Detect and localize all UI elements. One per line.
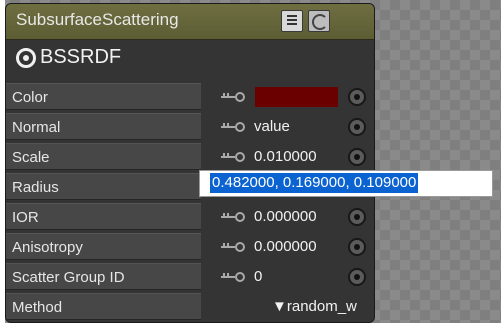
color-swatch[interactable] bbox=[255, 87, 338, 107]
key-connector-icon[interactable] bbox=[221, 211, 247, 223]
method-dropdown[interactable]: ▼random_w bbox=[272, 298, 357, 315]
shader-icon bbox=[16, 48, 36, 68]
dropdown-arrow-icon: ▼ bbox=[272, 298, 287, 315]
property-value[interactable]: 0.000000 bbox=[204, 234, 374, 260]
radius-selected-text[interactable]: 0.482000, 0.169000, 0.109000 bbox=[210, 173, 419, 193]
socket-icon[interactable] bbox=[348, 118, 366, 136]
value-text[interactable]: value bbox=[254, 118, 290, 135]
value-text[interactable]: 0.010000 bbox=[254, 148, 317, 165]
property-label: Scatter Group ID bbox=[6, 263, 201, 290]
property-row-scatter-group-id[interactable]: Scatter Group ID 0 bbox=[6, 262, 374, 292]
node-title: SubsurfaceScattering bbox=[16, 10, 179, 29]
socket-icon[interactable] bbox=[348, 88, 366, 106]
dropdown-value: random_w bbox=[286, 298, 357, 315]
key-connector-icon[interactable] bbox=[221, 151, 247, 163]
property-label: Method bbox=[6, 293, 201, 320]
property-row-method[interactable]: Method ▼random_w bbox=[6, 292, 374, 322]
key-connector-icon[interactable] bbox=[221, 121, 247, 133]
key-connector-icon[interactable] bbox=[221, 91, 247, 103]
property-row-anisotropy[interactable]: Anisotropy 0.000000 bbox=[6, 232, 374, 262]
subtitle-row: BSSRDF bbox=[6, 40, 374, 80]
value-text[interactable]: 0.000000 bbox=[254, 208, 317, 225]
socket-icon[interactable] bbox=[348, 268, 366, 286]
property-row-color[interactable]: Color bbox=[6, 82, 374, 112]
value-text[interactable]: 0.000000 bbox=[254, 238, 317, 255]
toggle-icon[interactable] bbox=[308, 10, 330, 32]
property-value[interactable] bbox=[204, 84, 374, 110]
property-label: Anisotropy bbox=[6, 233, 201, 260]
property-label: Color bbox=[6, 83, 201, 110]
socket-icon[interactable] bbox=[348, 148, 366, 166]
property-row-scale[interactable]: Scale 0.010000 bbox=[6, 142, 374, 172]
menu-icon[interactable] bbox=[281, 10, 303, 32]
property-label: Normal bbox=[6, 113, 201, 140]
socket-icon[interactable] bbox=[348, 208, 366, 226]
property-label: IOR bbox=[6, 203, 201, 230]
node-subtitle: BSSRDF bbox=[40, 46, 122, 68]
property-label: Scale bbox=[6, 143, 201, 170]
socket-icon[interactable] bbox=[348, 238, 366, 256]
radius-input[interactable]: 0.482000, 0.169000, 0.109000 bbox=[199, 170, 493, 197]
node-header[interactable]: SubsurfaceScattering bbox=[6, 4, 374, 40]
property-label: Radius bbox=[6, 173, 201, 200]
subsurface-scattering-node[interactable]: SubsurfaceScattering BSSRDF Color Normal… bbox=[5, 3, 375, 323]
key-connector-icon[interactable] bbox=[221, 241, 247, 253]
property-value[interactable]: 0.000000 bbox=[204, 204, 374, 230]
property-value[interactable]: 0.010000 bbox=[204, 144, 374, 170]
property-row-ior[interactable]: IOR 0.000000 bbox=[6, 202, 374, 232]
value-text[interactable]: 0 bbox=[254, 268, 262, 285]
property-row-normal[interactable]: Normal value bbox=[6, 112, 374, 142]
property-value[interactable]: value bbox=[204, 114, 374, 140]
property-value[interactable]: 0 bbox=[204, 264, 374, 290]
key-connector-icon[interactable] bbox=[221, 271, 247, 283]
